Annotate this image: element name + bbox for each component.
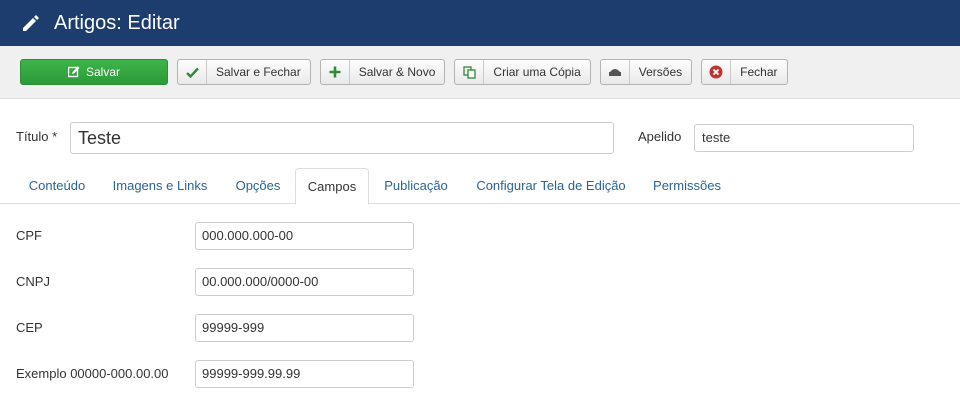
field-input-cep[interactable]: 99999-999 [195,314,414,342]
save-button[interactable]: Salvar [20,59,168,85]
pencil-icon [20,12,42,34]
edit-icon [67,66,80,78]
save-label: Salvar [85,65,120,79]
save-new-label: Salvar & Novo [358,65,436,79]
save-new-button[interactable]: Salvar & Novo [319,59,446,85]
tab-imagens-links[interactable]: Imagens e Links [101,168,219,204]
save-close-button[interactable]: Salvar e Fechar [177,59,311,85]
toolbar: Salvar Salvar e Fechar Salvar & Novo Cri… [0,46,960,99]
field-label-cnpj: CNPJ [16,274,50,289]
copy-icon [455,60,485,84]
save-copy-button[interactable]: Criar uma Cópia [454,59,591,85]
plus-icon [321,60,350,84]
page-header: Artigos: Editar [0,0,960,46]
archive-icon [601,60,630,84]
field-input-exemplo[interactable]: 99999-999.99.99 [195,360,414,388]
field-label-exemplo: Exemplo 00000-000.00.00 [16,366,169,381]
tab-conteudo[interactable]: Conteúdo [16,168,98,204]
page-title: Artigos: Editar [54,11,180,34]
close-circle-icon [702,60,732,84]
save-copy-label: Criar uma Cópia [493,65,581,79]
tab-campos[interactable]: Campos [295,168,369,205]
close-button[interactable]: Fechar [701,59,788,85]
tab-bar: Conteúdo Imagens e Links Opções Campos P… [0,168,960,205]
alias-label: Apelido [638,129,682,144]
tab-publicacao[interactable]: Publicação [372,168,460,204]
field-label-cpf: CPF [16,228,42,243]
title-label: Título * [16,129,58,144]
save-close-label: Salvar e Fechar [216,65,301,79]
field-input-cnpj[interactable]: 00.000.000/0000-00 [195,268,414,296]
field-input-cpf[interactable]: 000.000.000-00 [195,222,414,250]
tab-permissoes[interactable]: Permissões [642,168,732,204]
tab-opcoes[interactable]: Opções [222,168,294,204]
check-icon [178,60,207,84]
close-label: Fechar [740,65,778,79]
tab-configurar-tela[interactable]: Configurar Tela de Edição [464,168,638,204]
field-label-cep: CEP [16,320,43,335]
title-row: Título * Teste Apelido teste [16,122,960,154]
versions-label: Versões [638,65,683,79]
title-input[interactable]: Teste [70,122,614,154]
alias-input[interactable]: teste [694,124,914,152]
versions-button[interactable]: Versões [599,59,693,85]
